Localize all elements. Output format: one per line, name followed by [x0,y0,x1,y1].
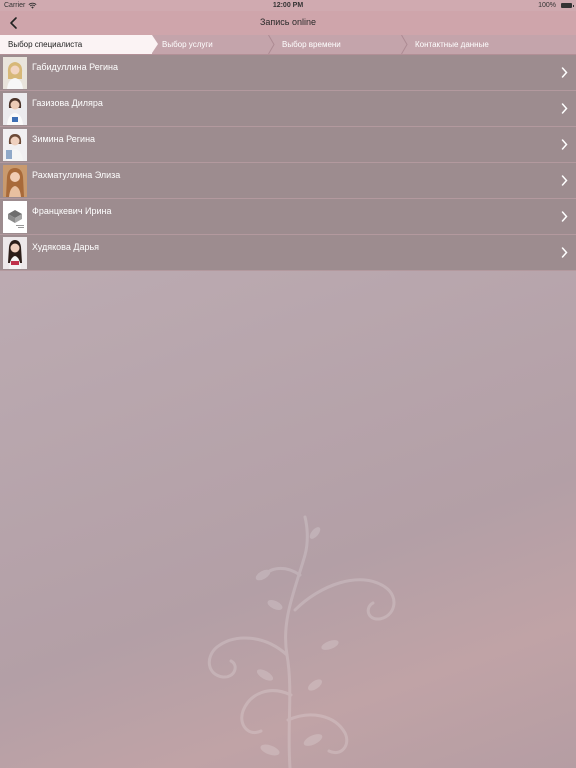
specialist-row[interactable]: Газизова Диляра [0,91,576,127]
chevron-right-icon [561,67,568,78]
chevron-right-icon [561,211,568,222]
specialist-name: Рахматуллина Элиза [32,170,121,180]
booking-steps: Выбор специалиста Выбор услуги Выбор вре… [0,35,576,55]
chevron-right-icon [561,247,568,258]
avatar [3,93,27,125]
avatar [3,57,27,89]
step-contact-details[interactable]: Контактные данные [415,35,489,54]
battery-icon [561,3,574,8]
avatar [3,165,27,197]
step-choose-specialist[interactable]: Выбор специалиста [8,35,82,54]
specialist-name: Францкевич Ирина [32,206,112,216]
chevron-right-icon [561,103,568,114]
specialist-row[interactable]: Рахматуллина Элиза [0,163,576,199]
specialist-row[interactable]: Худякова Дарья [0,235,576,271]
specialist-name: Габидуллина Регина [32,62,119,72]
avatar [3,201,27,233]
step-choose-service[interactable]: Выбор услуги [162,35,213,54]
chevron-right-icon [561,139,568,150]
specialist-row[interactable]: Габидуллина Регина [0,55,576,91]
avatar [3,237,27,269]
specialist-name: Худякова Дарья [32,242,100,252]
page-title: Запись online [259,17,317,27]
specialist-name: Зимина Регина [32,134,96,144]
navigation-bar: Запись online [0,11,576,35]
step-separator [401,35,408,54]
active-step-arrow [152,35,158,53]
step-choose-time[interactable]: Выбор времени [282,35,341,54]
clock: 12:00 PM [272,2,304,9]
battery-percent: 100% [538,2,556,9]
status-bar: Carrier 12:00 PM 100% [0,0,576,11]
specialist-list: Габидуллина Регина Газизова Диляра Зимин… [0,55,576,271]
avatar [3,129,27,161]
floral-ornament [207,515,396,768]
specialist-name: Газизова Диляра [32,98,103,108]
step-separator [268,35,275,54]
specialist-row[interactable]: Францкевич Ирина [0,199,576,235]
chevron-right-icon [561,175,568,186]
specialist-row[interactable]: Зимина Регина [0,127,576,163]
